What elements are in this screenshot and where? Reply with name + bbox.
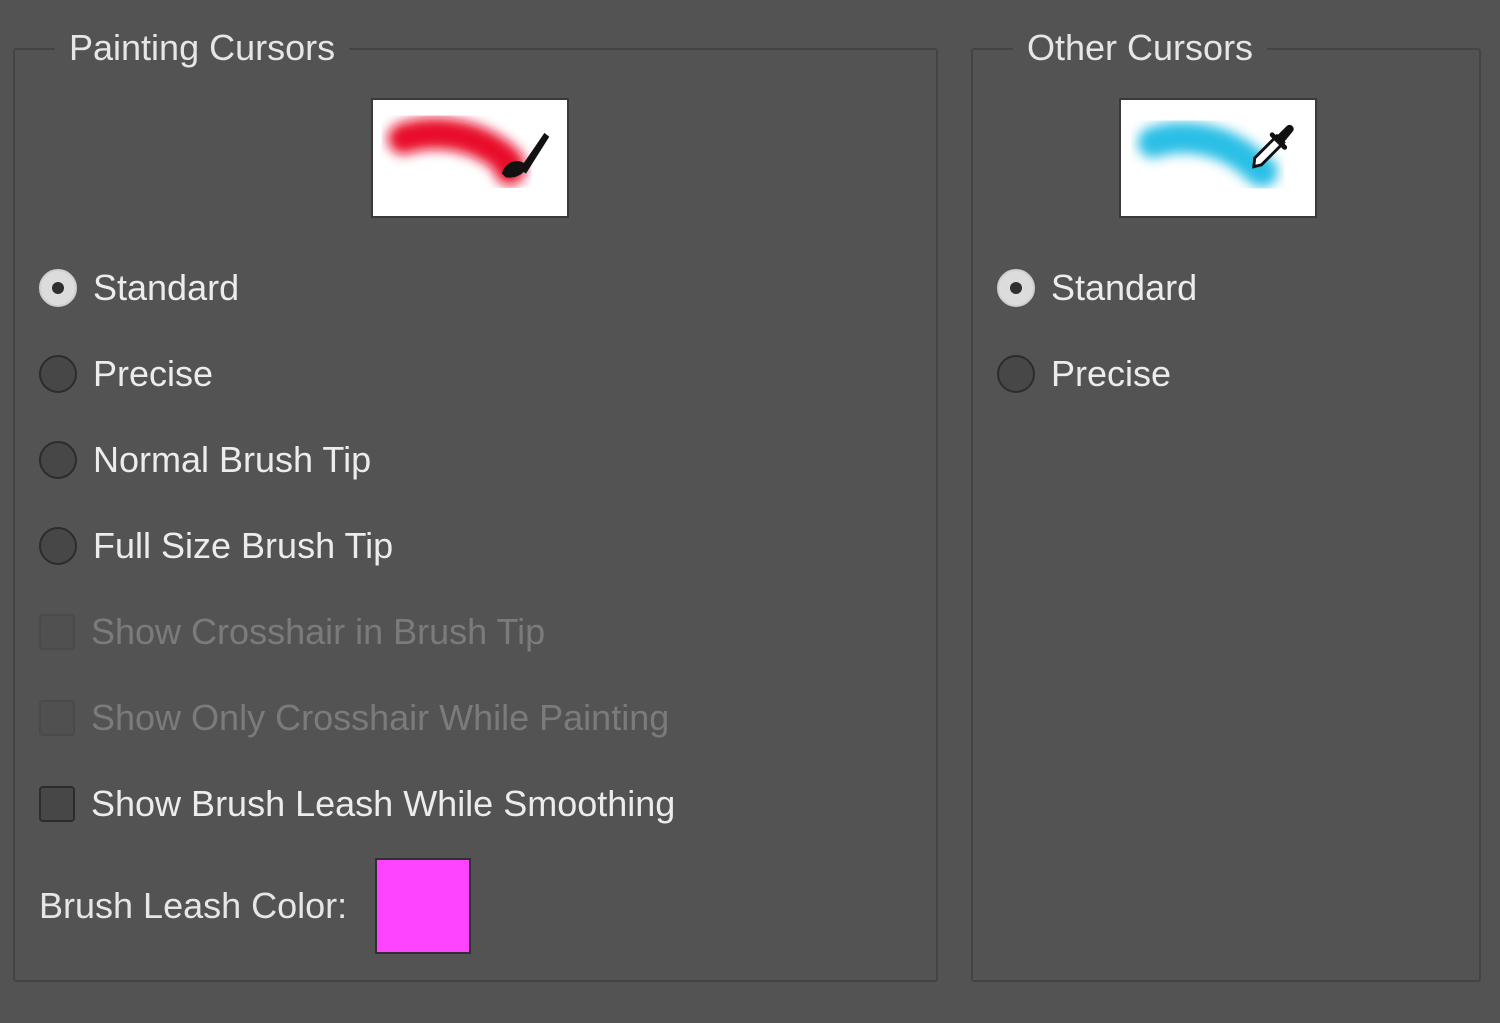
painting-option-standard[interactable]: Standard bbox=[39, 264, 239, 312]
checkbox-show-only-crosshair bbox=[39, 700, 75, 736]
brush-leash-color-label: Brush Leash Color: bbox=[39, 885, 348, 926]
painting-option-full-size-brush-tip[interactable]: Full Size Brush Tip bbox=[39, 522, 393, 570]
other-cursor-preview bbox=[1119, 98, 1317, 218]
option-label: Precise bbox=[1051, 353, 1172, 394]
painting-option-precise[interactable]: Precise bbox=[39, 350, 213, 398]
eyedropper-icon bbox=[1252, 124, 1294, 169]
option-label: Normal Brush Tip bbox=[93, 439, 372, 480]
other-preview-image bbox=[1137, 122, 1294, 187]
option-label: Show Crosshair in Brush Tip bbox=[91, 611, 546, 652]
radio-precise[interactable] bbox=[997, 355, 1035, 393]
painting-preview-image bbox=[387, 118, 550, 186]
red-stroke bbox=[387, 118, 526, 186]
cursors-preferences-panel: Painting Cursors Standard Precise Normal… bbox=[0, 0, 1500, 1023]
option-label: Full Size Brush Tip bbox=[93, 525, 394, 566]
option-label: Show Brush Leash While Smoothing bbox=[91, 783, 676, 824]
other-cursors-title: Other Cursors bbox=[1013, 24, 1268, 72]
radio-standard[interactable] bbox=[997, 269, 1035, 307]
painting-cursors-group: Painting Cursors Standard Precise Normal… bbox=[13, 24, 938, 982]
checkbox-show-brush-leash[interactable] bbox=[39, 786, 75, 822]
brush-leash-color-swatch[interactable] bbox=[375, 858, 472, 954]
painting-option-show-crosshair: Show Crosshair in Brush Tip bbox=[39, 608, 545, 656]
painting-option-normal-brush-tip[interactable]: Normal Brush Tip bbox=[39, 436, 371, 484]
radio-precise[interactable] bbox=[39, 355, 77, 393]
option-label: Precise bbox=[93, 353, 214, 394]
other-option-standard[interactable]: Standard bbox=[997, 264, 1197, 312]
option-label: Standard bbox=[93, 267, 240, 308]
checkbox-show-crosshair bbox=[39, 614, 75, 650]
option-label: Show Only Crosshair While Painting bbox=[91, 697, 670, 738]
painting-option-show-only-crosshair: Show Only Crosshair While Painting bbox=[39, 694, 669, 742]
other-option-precise[interactable]: Precise bbox=[997, 350, 1171, 398]
painting-cursor-preview bbox=[371, 98, 569, 218]
painting-cursors-title: Painting Cursors bbox=[55, 24, 350, 72]
radio-standard[interactable] bbox=[39, 269, 77, 307]
option-label: Standard bbox=[1051, 267, 1198, 308]
painting-option-show-brush-leash[interactable]: Show Brush Leash While Smoothing bbox=[39, 780, 675, 828]
radio-normal-brush-tip[interactable] bbox=[39, 441, 77, 479]
brush-leash-color-row: Brush Leash Color: bbox=[39, 858, 472, 954]
blue-stroke bbox=[1137, 122, 1278, 187]
radio-full-size-brush-tip[interactable] bbox=[39, 527, 77, 565]
other-cursors-group: Other Cursors Standard Precise bbox=[971, 24, 1481, 982]
